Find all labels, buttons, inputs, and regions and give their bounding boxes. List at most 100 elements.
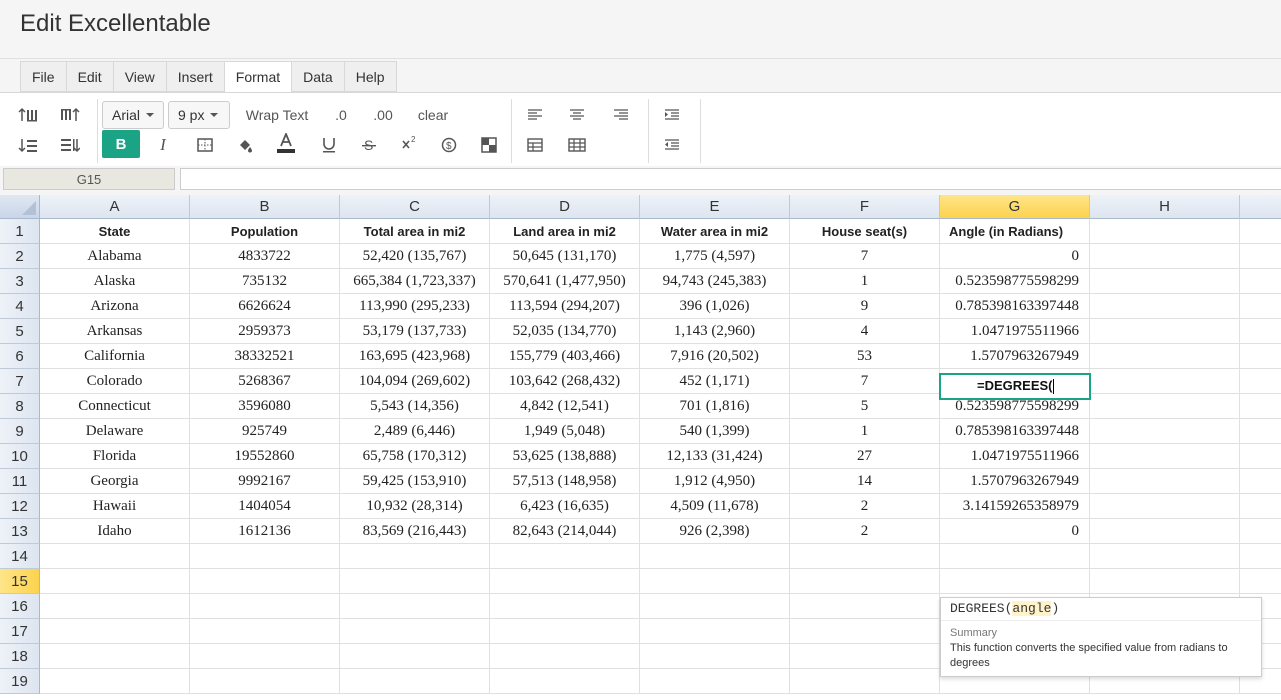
- cell-a7[interactable]: Colorado: [40, 369, 190, 394]
- row-header[interactable]: 4: [0, 294, 40, 319]
- menu-data[interactable]: Data: [291, 61, 344, 92]
- cell-f2[interactable]: 7: [790, 244, 940, 269]
- row-header[interactable]: 1: [0, 219, 40, 244]
- cell-h1[interactable]: [1090, 219, 1240, 244]
- font-size-dropdown[interactable]: 9 px: [168, 101, 230, 129]
- cell-f19[interactable]: [790, 669, 940, 694]
- cell-overflow[interactable]: [1240, 344, 1281, 369]
- row-header[interactable]: 18: [0, 644, 40, 669]
- clear-format-button[interactable]: clear: [412, 105, 454, 125]
- menu-view[interactable]: View: [112, 61, 166, 92]
- cell-c13[interactable]: 83,569 (216,443): [340, 519, 490, 544]
- italic-button[interactable]: I: [152, 135, 174, 155]
- cell-overflow[interactable]: [1240, 369, 1281, 394]
- cell-d10[interactable]: 53,625 (138,888): [490, 444, 640, 469]
- cell-f9[interactable]: 1: [790, 419, 940, 444]
- row-header[interactable]: 17: [0, 619, 40, 644]
- cell-a16[interactable]: [40, 594, 190, 619]
- cell-f11[interactable]: 14: [790, 469, 940, 494]
- cell-c5[interactable]: 53,179 (137,733): [340, 319, 490, 344]
- cell-h11[interactable]: [1090, 469, 1240, 494]
- cell-overflow[interactable]: [1240, 244, 1281, 269]
- cell-e15[interactable]: [640, 569, 790, 594]
- row-header[interactable]: 8: [0, 394, 40, 419]
- cell-b12[interactable]: 1404054: [190, 494, 340, 519]
- cell-e5[interactable]: 1,143 (2,960): [640, 319, 790, 344]
- cell-f13[interactable]: 2: [790, 519, 940, 544]
- cell-g2[interactable]: 0: [940, 244, 1090, 269]
- cell-b1[interactable]: Population: [190, 219, 340, 244]
- align-center-icon[interactable]: [566, 105, 588, 125]
- insert-row-below-icon[interactable]: [16, 135, 40, 155]
- column-header-b[interactable]: B: [190, 195, 340, 219]
- cell-f14[interactable]: [790, 544, 940, 569]
- row-header[interactable]: 16: [0, 594, 40, 619]
- superscript-icon[interactable]: 2: [398, 133, 420, 153]
- cell-a5[interactable]: Arkansas: [40, 319, 190, 344]
- cell-d13[interactable]: 82,643 (214,044): [490, 519, 640, 544]
- column-header-c[interactable]: C: [340, 195, 490, 219]
- merge-cells-icon[interactable]: [524, 135, 546, 155]
- bold-button[interactable]: B: [102, 130, 140, 158]
- cell-d16[interactable]: [490, 594, 640, 619]
- conditional-format-icon[interactable]: [478, 135, 500, 155]
- cell-e3[interactable]: 94,743 (245,383): [640, 269, 790, 294]
- cell-a17[interactable]: [40, 619, 190, 644]
- row-header[interactable]: 10: [0, 444, 40, 469]
- cell-c17[interactable]: [340, 619, 490, 644]
- indent-icon[interactable]: [661, 105, 683, 125]
- row-header[interactable]: 5: [0, 319, 40, 344]
- row-header[interactable]: 6: [0, 344, 40, 369]
- cell-overflow[interactable]: [1240, 569, 1281, 594]
- column-header-overflow[interactable]: [1240, 195, 1281, 219]
- menu-format[interactable]: Format: [223, 61, 292, 93]
- cell-a18[interactable]: [40, 644, 190, 669]
- menu-help[interactable]: Help: [343, 61, 397, 92]
- row-header[interactable]: 15: [0, 569, 40, 594]
- row-header[interactable]: 14: [0, 544, 40, 569]
- cell-c7[interactable]: 104,094 (269,602): [340, 369, 490, 394]
- cell-b13[interactable]: 1612136: [190, 519, 340, 544]
- cell-a14[interactable]: [40, 544, 190, 569]
- menu-insert[interactable]: Insert: [165, 61, 224, 92]
- cell-f10[interactable]: 27: [790, 444, 940, 469]
- cell-c4[interactable]: 113,990 (295,233): [340, 294, 490, 319]
- cell-a9[interactable]: Delaware: [40, 419, 190, 444]
- cell-c3[interactable]: 665,384 (1,723,337): [340, 269, 490, 294]
- cell-f18[interactable]: [790, 644, 940, 669]
- cell-overflow[interactable]: [1240, 519, 1281, 544]
- cell-h10[interactable]: [1090, 444, 1240, 469]
- cell-h14[interactable]: [1090, 544, 1240, 569]
- cell-f7[interactable]: 7: [790, 369, 940, 394]
- cell-a4[interactable]: Arizona: [40, 294, 190, 319]
- increase-decimal-button[interactable]: .00: [366, 105, 400, 125]
- cell-b11[interactable]: 9992167: [190, 469, 340, 494]
- cell-b4[interactable]: 6626624: [190, 294, 340, 319]
- cell-h8[interactable]: [1090, 394, 1240, 419]
- cell-d7[interactable]: 103,642 (268,432): [490, 369, 640, 394]
- cell-c16[interactable]: [340, 594, 490, 619]
- insert-column-right-icon[interactable]: [58, 105, 82, 125]
- text-color-icon[interactable]: [274, 131, 298, 155]
- row-header[interactable]: 7: [0, 369, 40, 394]
- column-header-d[interactable]: D: [490, 195, 640, 219]
- cell-d5[interactable]: 52,035 (134,770): [490, 319, 640, 344]
- cell-g9[interactable]: 0.785398163397448: [940, 419, 1090, 444]
- cell-e13[interactable]: 926 (2,398): [640, 519, 790, 544]
- border-icon[interactable]: [194, 135, 216, 155]
- insert-column-left-icon[interactable]: [58, 135, 82, 155]
- cell-g5[interactable]: 1.0471975511966: [940, 319, 1090, 344]
- cell-c6[interactable]: 163,695 (423,968): [340, 344, 490, 369]
- cell-b10[interactable]: 19552860: [190, 444, 340, 469]
- cell-e11[interactable]: 1,912 (4,950): [640, 469, 790, 494]
- row-header[interactable]: 12: [0, 494, 40, 519]
- cell-f5[interactable]: 4: [790, 319, 940, 344]
- cell-c19[interactable]: [340, 669, 490, 694]
- outdent-icon[interactable]: [661, 135, 683, 155]
- cell-b17[interactable]: [190, 619, 340, 644]
- row-header[interactable]: 2: [0, 244, 40, 269]
- cell-c14[interactable]: [340, 544, 490, 569]
- cell-e17[interactable]: [640, 619, 790, 644]
- cell-e1[interactable]: Water area in mi2: [640, 219, 790, 244]
- cell-a3[interactable]: Alaska: [40, 269, 190, 294]
